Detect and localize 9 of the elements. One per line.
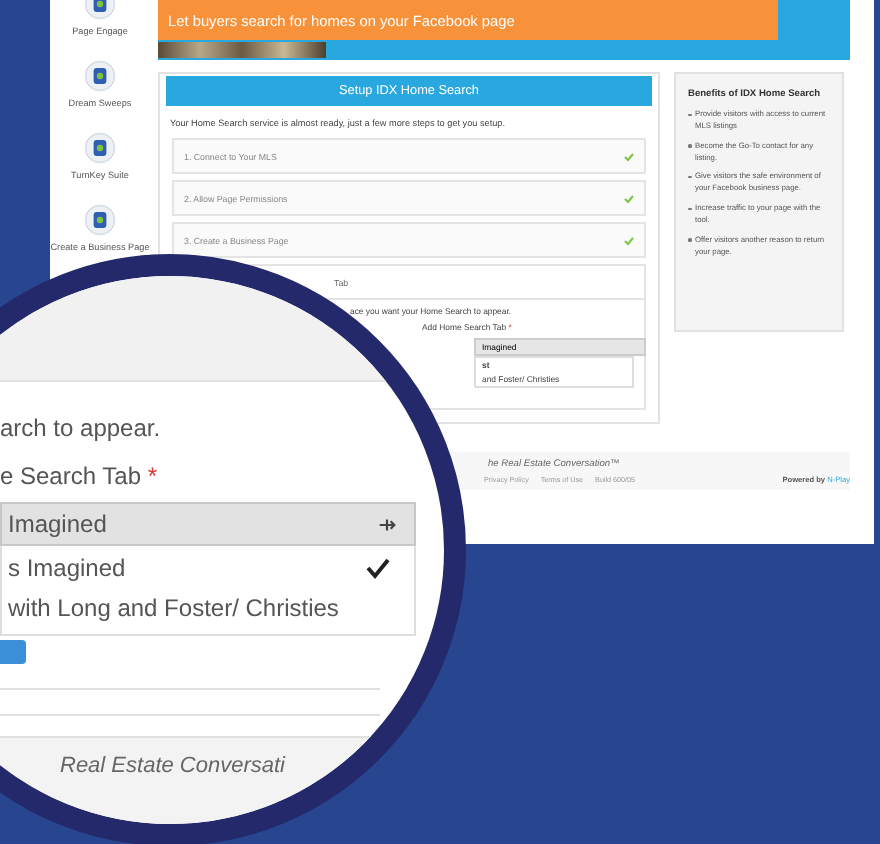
dropdown[interactable]: Imagined <box>0 502 416 546</box>
tagline: Real Estate Conversati <box>60 754 285 778</box>
hint-text: arch to appear. <box>0 414 161 442</box>
app-icon <box>84 132 116 164</box>
app-icon <box>83 204 116 236</box>
dropdown-option[interactable]: s Imagined <box>8 554 390 582</box>
app-icon <box>84 60 116 92</box>
field-label: e Search Tab * <box>0 462 157 490</box>
dropdown-option[interactable]: with Long and Foster/ Christies <box>8 594 390 622</box>
